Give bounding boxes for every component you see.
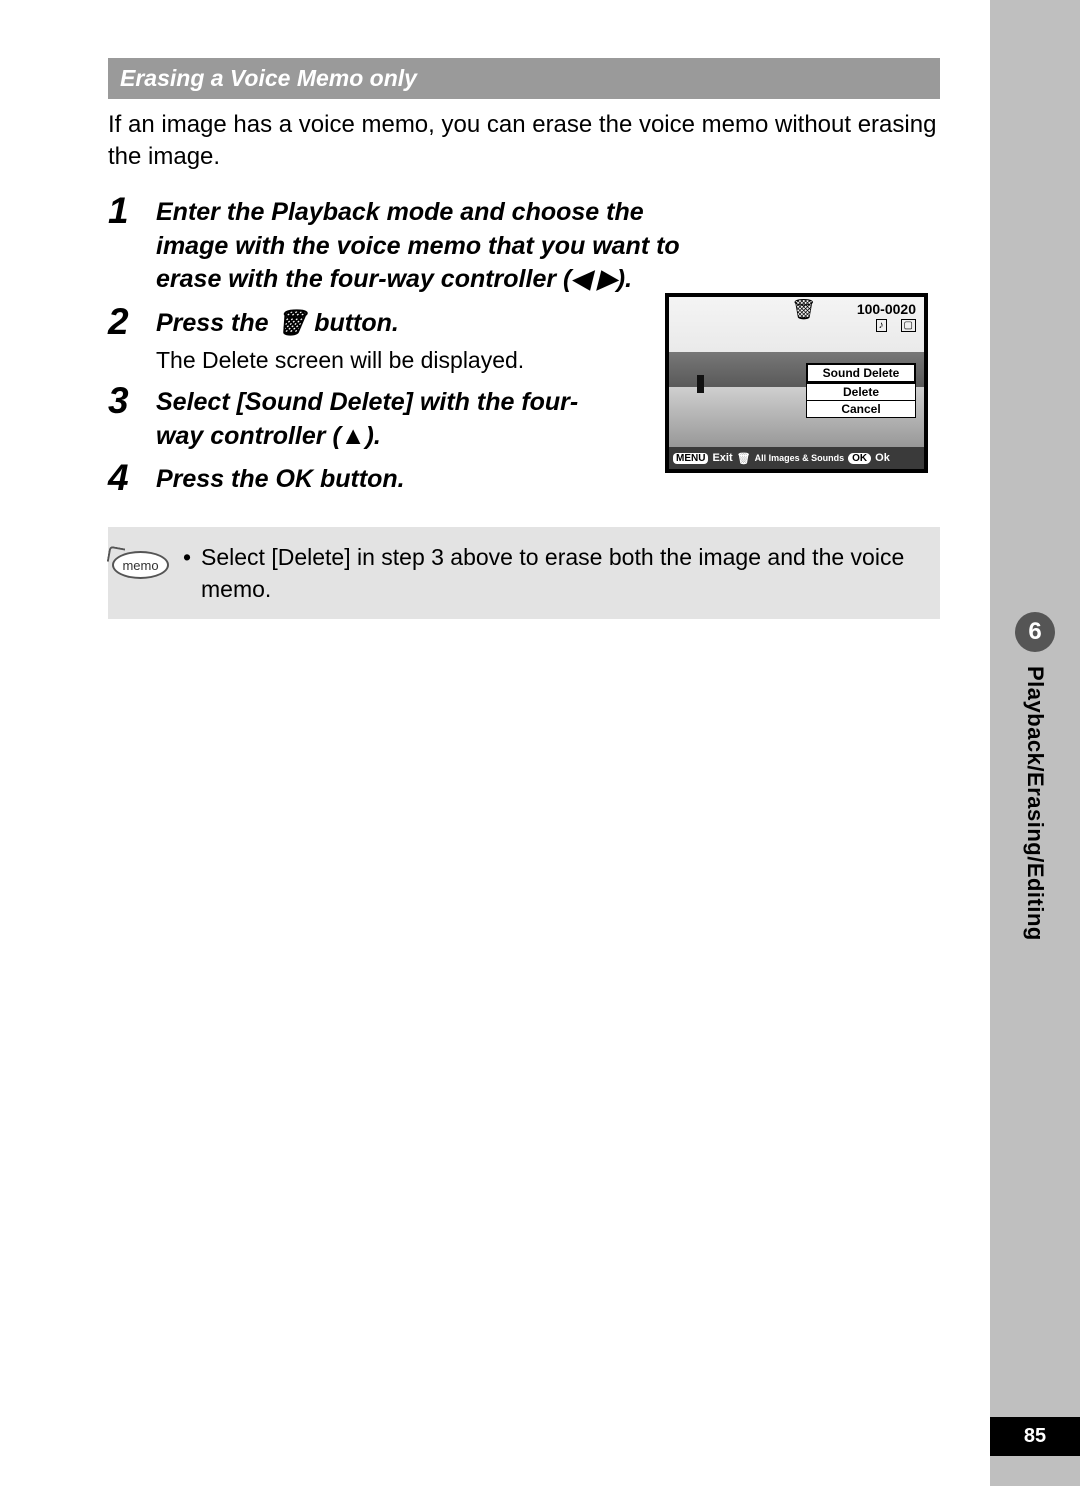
step-title: Enter the Playback mode and choose the i… — [156, 196, 696, 297]
file-number: 100-0020 — [857, 301, 916, 317]
step-number: 3 — [108, 382, 156, 419]
intro-text: If an image has a voice memo, you can er… — [108, 109, 940, 174]
image-icon: ▢ — [901, 319, 916, 332]
menu-option-cancel: Cancel — [806, 400, 916, 418]
step-subtext: The Delete screen will be displayed. — [156, 345, 596, 376]
trash-icon: 🗑 — [791, 300, 816, 320]
step-title: Press the 🗑 button. — [156, 307, 596, 341]
lcd-corner-icons: ♪ ▢ — [876, 319, 916, 332]
menu-option-sound-delete: Sound Delete — [806, 363, 916, 383]
lcd-bg-person — [697, 375, 704, 393]
bullet-icon: • — [183, 541, 201, 605]
step-number: 2 — [108, 303, 156, 340]
menu-option-delete: Delete — [806, 383, 916, 400]
all-images-label: All Images & Sounds — [755, 453, 845, 463]
page-number: 85 — [990, 1417, 1080, 1456]
trash-icon: 🗑 — [737, 452, 751, 465]
step-1: 1 Enter the Playback mode and choose the… — [108, 192, 940, 297]
lcd-menu: Sound Delete Delete Cancel — [806, 363, 916, 418]
memo-icon: memo — [108, 541, 173, 579]
chapter-title: Playback/Erasing/Editing — [1022, 666, 1048, 941]
section-header: Erasing a Voice Memo only — [108, 58, 940, 99]
right-gutter: 6 Playback/Erasing/Editing 85 — [990, 0, 1080, 1486]
step-title: Press the OK button. — [156, 463, 596, 497]
ok-chip: OK — [848, 453, 871, 464]
chapter-tab: 6 Playback/Erasing/Editing — [990, 612, 1080, 941]
exit-label: Exit — [712, 452, 732, 464]
manual-page: Erasing a Voice Memo only If an image ha… — [0, 0, 990, 1486]
lcd-screenshot: 🗑 100-0020 ♪ ▢ Sound Delete Delete Cance… — [665, 293, 928, 473]
chapter-number: 6 — [1015, 612, 1055, 652]
memo-note: memo • Select [Delete] in step 3 above t… — [108, 527, 940, 619]
memo-body: Select [Delete] in step 3 above to erase… — [201, 541, 922, 605]
step-number: 4 — [108, 459, 156, 496]
menu-chip: MENU — [673, 453, 708, 464]
step-title: Select [Sound Delete] with the four-way … — [156, 386, 596, 454]
memo-label: memo — [112, 551, 169, 579]
sound-icon: ♪ — [876, 319, 887, 332]
step-number: 1 — [108, 192, 156, 229]
memo-text: • Select [Delete] in step 3 above to era… — [183, 541, 922, 605]
ok-label: Ok — [875, 452, 890, 464]
lcd-status-bar: MENU Exit 🗑 All Images & Sounds OK Ok — [669, 447, 924, 469]
